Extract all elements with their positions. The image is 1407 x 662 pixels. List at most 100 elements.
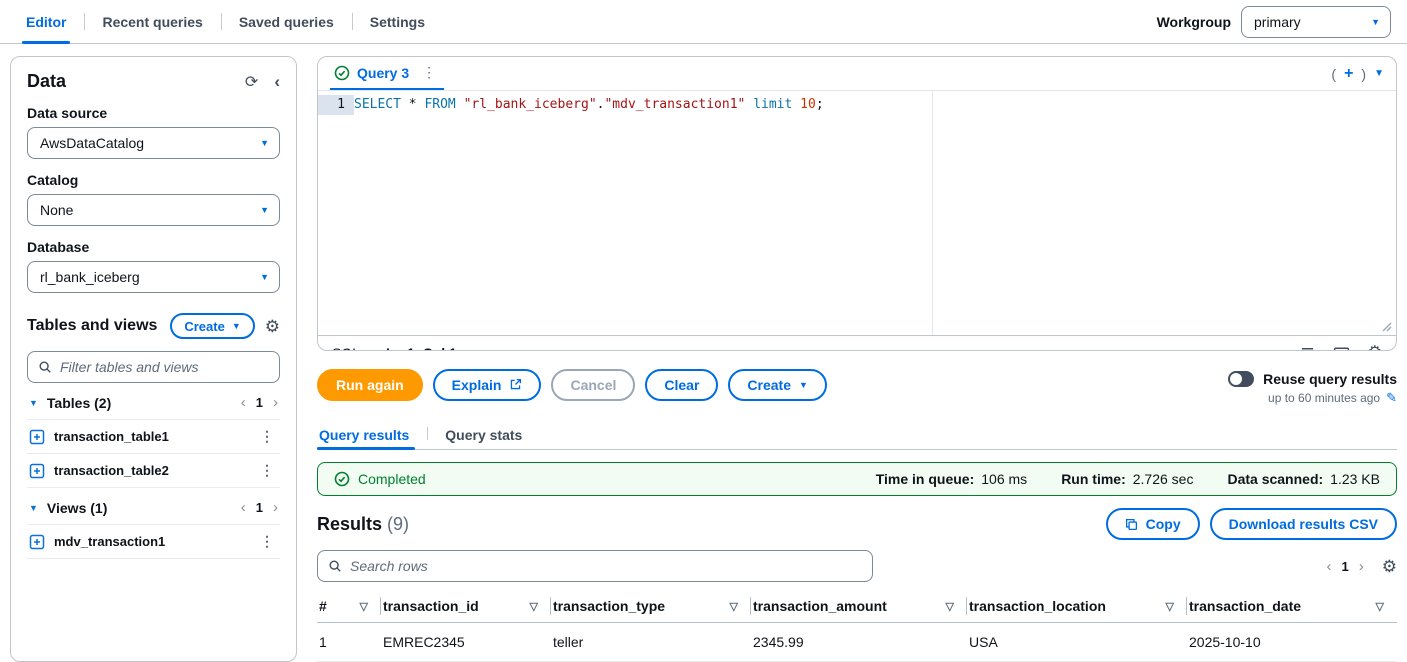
sidebar-title: Data (27, 71, 67, 91)
tabs-scroll-right-icon[interactable]: ) (1361, 66, 1366, 82)
query-status-banner: Completed Time in queue: 106 ms Run time:… (317, 462, 1397, 496)
copy-button[interactable]: Copy (1105, 508, 1200, 540)
results-table: # ▽ transaction_id ▽ transaction_type ▽ tra… (317, 590, 1397, 662)
explain-label: Explain (451, 376, 502, 393)
line-number-gutter: 1 (318, 91, 354, 335)
tabs-list-dropdown-icon[interactable]: ▼ (1374, 68, 1384, 79)
tab-settings[interactable]: Settings (351, 0, 443, 43)
line-number: 1 (318, 95, 354, 115)
catalog-selected-value: None (40, 202, 74, 218)
data-source-select[interactable]: AwsDataCatalog ▼ (27, 127, 280, 159)
tables-page-number[interactable]: 1 (256, 395, 263, 410)
edit-pencil-icon[interactable]: ✎ (1386, 390, 1397, 406)
view-name: mdv_transaction1 (54, 534, 166, 549)
column-filter-icon[interactable]: ▽ (730, 600, 738, 613)
table-list-item[interactable]: transaction_table1 ⋮ (27, 420, 280, 454)
athena-query-editor-app: Editor Recent queries Saved queries Sett… (0, 0, 1407, 662)
reuse-results-toggle[interactable] (1228, 370, 1255, 387)
tab-query-results[interactable]: Query results (317, 422, 427, 451)
query-tab[interactable]: Query 3 ⋮ (330, 57, 445, 90)
views-page-number[interactable]: 1 (256, 500, 263, 515)
page-prev-icon[interactable]: ‹ (1327, 558, 1332, 575)
cell-transaction-id: EMREC2345 (383, 634, 465, 650)
catalog-select[interactable]: None ▼ (27, 194, 280, 226)
view-icon (29, 534, 45, 549)
column-filter-icon[interactable]: ▽ (946, 600, 954, 613)
cell-transaction-location: USA (969, 634, 998, 650)
create-dropdown-button[interactable]: Create ▼ (728, 368, 827, 401)
explain-button[interactable]: Explain (432, 368, 542, 401)
cancel-button[interactable]: Cancel (551, 368, 636, 401)
column-header-transaction-location: transaction_location ▽ (967, 590, 1187, 622)
metric-value: 106 ms (981, 471, 1028, 488)
query-actions-row: Run again Explain Cancel Clear Create ▼ … (317, 368, 1397, 406)
add-query-tab-icon[interactable]: + (1344, 65, 1353, 83)
page-prev-icon[interactable]: ‹ (241, 499, 246, 516)
download-results-csv-button[interactable]: Download results CSV (1209, 508, 1397, 540)
status-bar-icons: ⚙ (1300, 344, 1382, 351)
page-next-icon[interactable]: › (1359, 558, 1364, 575)
results-table-header-row: # ▽ transaction_id ▽ transaction_type ▽ tra… (317, 590, 1397, 623)
editor-settings-gear-icon[interactable]: ⚙ (1368, 344, 1382, 350)
page-next-icon[interactable]: › (273, 394, 278, 411)
kebab-menu-icon[interactable]: ⋮ (256, 462, 278, 479)
filter-tables-input[interactable] (60, 359, 269, 375)
column-filter-icon[interactable]: ▽ (530, 600, 538, 613)
results-title: Results (317, 513, 383, 534)
tabs-scroll-left-icon[interactable]: ( (1331, 66, 1336, 82)
kebab-menu-icon[interactable]: ⋮ (256, 428, 278, 445)
tab-editor[interactable]: Editor (8, 0, 84, 44)
tab-saved-queries[interactable]: Saved queries (220, 0, 352, 43)
tab-query-stats[interactable]: Query stats (427, 422, 540, 449)
gear-icon[interactable]: ⚙ (265, 318, 280, 335)
page-prev-icon[interactable]: ‹ (241, 394, 246, 411)
chevron-down-icon: ▼ (231, 321, 241, 331)
editor-pane-divider (932, 91, 934, 335)
search-rows-input[interactable] (350, 558, 862, 574)
column-header-transaction-type: transaction_type ▽ (551, 590, 751, 622)
table-icon (29, 429, 45, 444)
refresh-icon[interactable]: ⟳ (245, 72, 258, 92)
collapse-panel-icon[interactable]: ‹ (274, 72, 280, 92)
database-label: Database (27, 239, 90, 255)
tables-section-header: ▼ Tables (2) ‹ 1 › (27, 383, 280, 420)
tab-recent-queries[interactable]: Recent queries (84, 0, 220, 43)
column-filter-icon[interactable]: ▽ (1166, 600, 1174, 613)
keyboard-icon[interactable] (1333, 344, 1350, 351)
tab-recent-queries-label: Recent queries (102, 13, 203, 30)
view-list-item[interactable]: mdv_transaction1 ⋮ (27, 525, 280, 559)
query-metrics: Time in queue: 106 ms Run time: 2.726 sec … (876, 471, 1380, 487)
page-next-icon[interactable]: › (273, 499, 278, 516)
resize-handle[interactable] (1382, 322, 1392, 332)
column-header-transaction-id: transaction_id ▽ (381, 590, 551, 622)
run-again-button[interactable]: Run again (317, 368, 423, 401)
results-page-number[interactable]: 1 (1342, 559, 1349, 574)
chevron-down-icon: ▼ (260, 138, 269, 148)
results-count: (9) (387, 513, 410, 534)
section-expand-icon[interactable]: ▼ (29, 503, 38, 513)
column-filter-icon[interactable]: ▽ (360, 600, 368, 613)
tables-and-views-header: Tables and views Create ▼ ⚙ (27, 313, 280, 339)
table-list-item[interactable]: transaction_table2 ⋮ (27, 454, 280, 488)
column-filter-icon[interactable]: ▽ (1376, 600, 1384, 613)
create-button[interactable]: Create ▼ (170, 313, 255, 339)
results-tab-bar: Query results Query stats (317, 422, 1397, 451)
sql-code-editor[interactable]: 1 SELECT * FROM "rl_bank_iceberg"."mdv_t… (318, 91, 1396, 335)
metric-label: Time in queue: (875, 471, 975, 488)
section-expand-icon[interactable]: ▼ (29, 398, 38, 408)
clear-button[interactable]: Clear (645, 368, 719, 401)
kebab-menu-icon[interactable]: ⋮ (256, 533, 278, 550)
database-select[interactable]: rl_bank_iceberg ▼ (27, 261, 280, 293)
wrap-text-icon[interactable] (1300, 345, 1315, 351)
table-row[interactable]: 1 EMREC2345 teller 2345.99 USA 2025-10-1… (317, 623, 1397, 662)
workgroup-select[interactable]: primary ▼ (1241, 5, 1391, 38)
data-source-selected-value: AwsDataCatalog (40, 135, 145, 151)
tab-settings-label: Settings (369, 13, 425, 30)
table-name: transaction_table1 (54, 429, 169, 444)
workgroup-control: Workgroup primary ▼ (1157, 0, 1407, 43)
results-toolbar: ‹ 1 › ⚙ (317, 550, 1397, 582)
results-settings-gear-icon[interactable]: ⚙ (1382, 558, 1397, 575)
chevron-down-icon: ▼ (260, 205, 269, 215)
query-tab-menu-icon[interactable]: ⋮ (418, 64, 440, 81)
chevron-down-icon: ▼ (260, 272, 269, 282)
